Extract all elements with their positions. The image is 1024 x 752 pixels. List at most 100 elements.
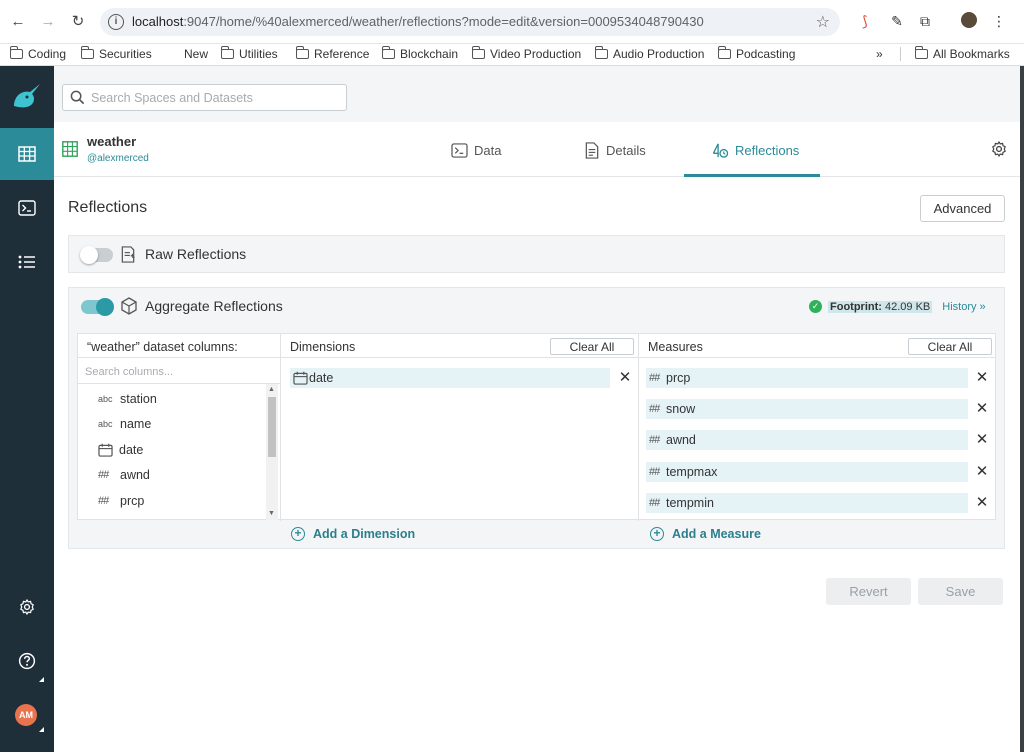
bookmark-folder[interactable]: Podcasting	[717, 46, 795, 61]
column-item-awnd[interactable]: ## awnd	[98, 466, 150, 484]
gear-icon	[20, 599, 34, 615]
extension-dropper-icon[interactable]: ✎	[888, 12, 906, 30]
dataset-name[interactable]: weather	[87, 134, 136, 149]
remove-measure-close-icon[interactable]: ✕	[975, 464, 989, 479]
column-divider	[638, 334, 639, 521]
raw-reflection-icon	[121, 246, 135, 263]
extensions-puzzle-icon[interactable]: ⧉	[916, 12, 934, 30]
column-item-date[interactable]: date	[98, 441, 143, 459]
add-measure-button[interactable]: + Add a Measure	[650, 527, 761, 541]
number-type-icon: ##	[649, 497, 660, 509]
success-check-icon: ✓	[809, 300, 822, 313]
remove-measure-close-icon[interactable]: ✕	[975, 432, 989, 447]
details-doc-icon	[585, 141, 599, 159]
sidebar-item-jobs[interactable]	[0, 236, 54, 288]
dimension-chip-date[interactable]: date	[290, 368, 610, 388]
search-icon	[70, 90, 85, 105]
all-bookmarks-folder[interactable]: All Bookmarks	[900, 46, 1010, 61]
folder-icon	[471, 46, 485, 59]
bookmark-folder[interactable]: Blockchain	[381, 46, 458, 61]
measures-clear-all-button[interactable]: Clear All	[908, 338, 992, 355]
narwhal-logo-icon[interactable]	[8, 80, 44, 116]
scrollbar-thumb[interactable]	[268, 397, 276, 457]
search-placeholder: Search Spaces and Datasets	[91, 91, 253, 105]
bookmark-folder[interactable]: Video Production	[471, 46, 581, 61]
columns-search-input[interactable]: Search columns...	[78, 360, 280, 384]
remove-measure-close-icon[interactable]: ✕	[975, 495, 989, 510]
url-text[interactable]: localhost:9047/home/%40alexmerced/weathe…	[132, 14, 704, 29]
scroll-down-arrow-icon[interactable]: ▼	[268, 510, 275, 517]
user-menu-indicator-icon	[39, 727, 44, 732]
dataset-table-icon	[62, 141, 78, 157]
dataset-header: weather @alexmerced Data Details Reflect…	[54, 122, 1020, 177]
browser-menu-icon[interactable]: ⋮	[990, 12, 1008, 30]
tab-data[interactable]: Data	[451, 140, 501, 160]
raw-reflections-toggle[interactable]	[80, 246, 113, 264]
columns-header: “weather” dataset columns:	[78, 334, 280, 358]
tab-details[interactable]: Details	[584, 140, 646, 160]
app-sidebar: AM	[0, 66, 54, 752]
bookmark-folder[interactable]: Coding	[9, 46, 66, 61]
measure-chip-awnd[interactable]: ## awnd	[646, 430, 968, 450]
sidebar-item-help[interactable]	[0, 635, 54, 687]
reflections-icon	[712, 143, 729, 158]
aggregate-cube-icon	[121, 297, 137, 315]
bookmark-star-icon[interactable]: ☆	[816, 12, 830, 32]
terminal-icon	[451, 142, 468, 158]
help-menu-indicator-icon	[39, 677, 44, 682]
column-item-station[interactable]: abc station	[98, 390, 157, 408]
back-arrow-icon[interactable]: ←	[8, 12, 28, 32]
forward-arrow-icon[interactable]: →	[38, 12, 58, 32]
search-input[interactable]: Search Spaces and Datasets	[62, 84, 347, 111]
bookmarks-bar: Coding Securities New Utilities Referenc…	[0, 44, 1024, 66]
dataset-settings-gear-icon[interactable]	[990, 140, 1008, 158]
number-type-icon: ##	[649, 372, 660, 384]
extension-svelte-icon[interactable]: ⟆	[856, 12, 874, 30]
columns-scrollbar[interactable]: ▲ ▼	[266, 384, 278, 520]
remove-measure-close-icon[interactable]: ✕	[975, 401, 989, 416]
sidebar-item-sql-runner[interactable]	[0, 182, 54, 234]
bookmark-folder[interactable]: Audio Production	[594, 46, 704, 61]
aggregate-reflections-toggle[interactable]	[81, 298, 114, 316]
bookmark-folder[interactable]: Reference	[295, 46, 369, 61]
more-bookmarks-button[interactable]: »	[876, 47, 883, 61]
footprint-status: ✓ Footprint: 42.09 KB History »	[809, 300, 986, 313]
measure-chip-tempmin[interactable]: ## tempmin	[646, 493, 968, 513]
measure-chip-snow[interactable]: ## snow	[646, 399, 968, 419]
revert-button[interactable]: Revert	[826, 578, 911, 605]
raw-reflections-label: Raw Reflections	[145, 246, 247, 262]
column-item-prcp[interactable]: ## prcp	[98, 492, 144, 510]
save-button[interactable]: Save	[918, 578, 1003, 605]
number-type-icon: ##	[98, 469, 109, 481]
scroll-up-arrow-icon[interactable]: ▲	[268, 386, 275, 393]
remove-measure-close-icon[interactable]: ✕	[975, 370, 989, 385]
sidebar-item-datasets[interactable]	[0, 128, 54, 180]
measure-chip-tempmax[interactable]: ## tempmax	[646, 462, 968, 482]
tab-reflections[interactable]: Reflections	[711, 140, 799, 160]
raw-reflections-panel: Raw Reflections	[68, 235, 1005, 273]
list-icon	[18, 255, 35, 269]
remove-dimension-close-icon[interactable]: ✕	[618, 370, 632, 385]
profile-avatar-icon[interactable]	[960, 12, 978, 30]
bookmark-link[interactable]: New	[184, 47, 208, 61]
number-type-icon: ##	[649, 403, 660, 415]
add-dimension-button[interactable]: + Add a Dimension	[291, 527, 415, 541]
site-info-icon[interactable]: i	[108, 14, 124, 30]
window-edge	[1020, 66, 1024, 752]
reload-icon[interactable]: ↻	[68, 12, 88, 32]
dataset-owner-link[interactable]: @alexmerced	[87, 153, 149, 164]
sidebar-item-settings[interactable]	[0, 581, 54, 633]
column-item-name[interactable]: abc name	[98, 415, 151, 433]
calendar-icon	[98, 443, 113, 457]
text-type-icon: abc	[98, 394, 113, 404]
measure-chip-prcp[interactable]: ## prcp	[646, 368, 968, 388]
address-bar[interactable]: i localhost:9047/home/%40alexmerced/weat…	[100, 8, 840, 36]
folder-icon	[594, 46, 608, 59]
history-link[interactable]: History »	[942, 301, 985, 313]
bookmark-folder[interactable]: Utilities	[220, 46, 278, 61]
bookmark-folder[interactable]: Securities	[80, 46, 152, 61]
user-avatar[interactable]: AM	[15, 704, 37, 726]
advanced-button[interactable]: Advanced	[920, 195, 1005, 222]
dimensions-clear-all-button[interactable]: Clear All	[550, 338, 634, 355]
plus-circle-icon: +	[650, 527, 664, 541]
